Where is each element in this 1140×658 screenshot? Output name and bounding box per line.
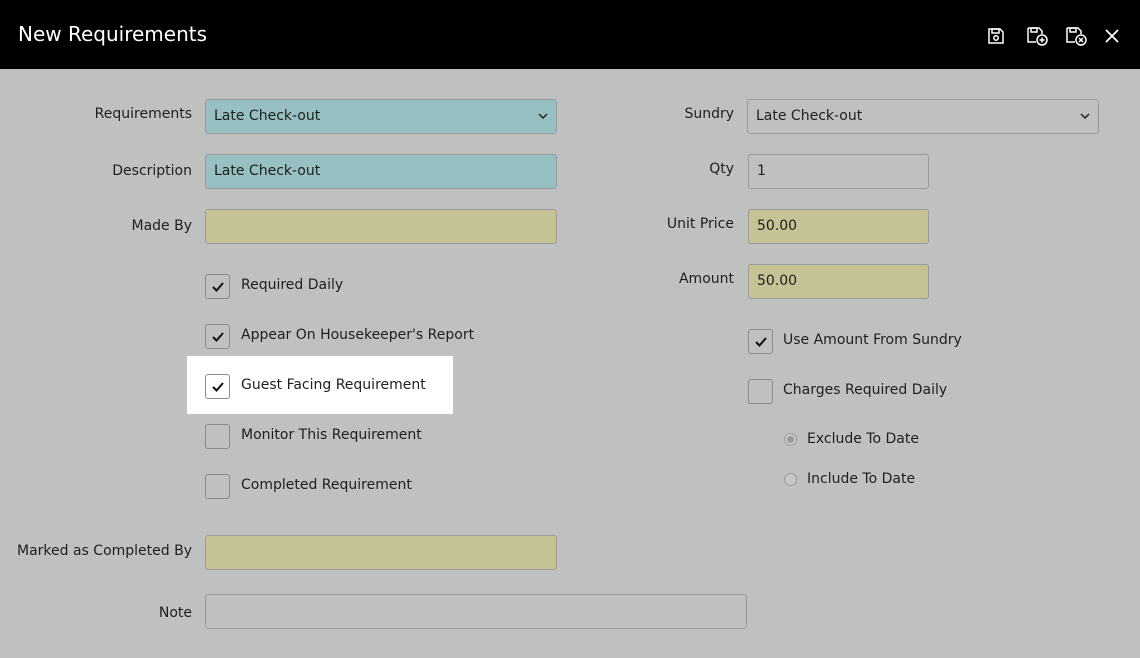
checkmark-icon (211, 381, 224, 392)
made-by-label: Made By (131, 218, 193, 234)
qty-label: Qty (709, 161, 734, 177)
save-and-new-icon[interactable] (1024, 24, 1050, 48)
chevron-down-icon (1080, 113, 1090, 120)
requirements-value: Late Check-out (214, 108, 321, 124)
qty-value: 1 (757, 163, 766, 179)
charges-required-daily-label: Charges Required Daily (783, 382, 948, 398)
appear-on-housekeepers-report-label: Appear On Housekeeper's Report (241, 327, 475, 343)
description-value: Late Check-out (214, 163, 321, 179)
qty-input[interactable]: 1 (748, 154, 929, 189)
include-to-date-label: Include To Date (807, 471, 916, 487)
completed-requirement-checkbox[interactable] (205, 474, 230, 499)
checkmark-icon (211, 281, 224, 292)
use-amount-from-sundry-checkbox[interactable] (748, 329, 773, 354)
required-daily-label: Required Daily (241, 277, 344, 293)
exclude-to-date-radio[interactable] (784, 433, 797, 446)
note-label: Note (158, 605, 192, 621)
include-to-date-radio[interactable] (784, 473, 797, 486)
amount-label: Amount (678, 271, 734, 287)
dialog-title: New Requirements (18, 22, 208, 46)
checkmark-icon (754, 336, 767, 347)
use-amount-from-sundry-label: Use Amount From Sundry (783, 332, 962, 348)
marked-as-completed-by-input[interactable] (205, 535, 557, 570)
dialog-header: New Requirements (0, 0, 1140, 69)
amount-value: 50.00 (757, 273, 798, 289)
monitor-this-requirement-label: Monitor This Requirement (241, 427, 422, 443)
checkmark-icon (211, 331, 224, 342)
marked-as-completed-by-label: Marked as Completed By (17, 543, 192, 559)
requirements-label: Requirements (94, 106, 192, 122)
sundry-select[interactable]: Late Check-out (747, 99, 1099, 134)
sundry-label: Sundry (684, 106, 734, 122)
description-input[interactable]: Late Check-out (205, 154, 557, 189)
save-icon[interactable] (984, 24, 1008, 48)
unit-price-label: Unit Price (666, 216, 734, 232)
close-icon[interactable] (1100, 24, 1124, 48)
guest-facing-requirement-checkbox[interactable] (205, 374, 230, 399)
radio-selected-dot (787, 436, 794, 443)
save-and-close-icon[interactable] (1063, 24, 1089, 48)
made-by-input[interactable] (205, 209, 557, 244)
guest-facing-requirement-label: Guest Facing Requirement (241, 377, 426, 393)
required-daily-checkbox[interactable] (205, 274, 230, 299)
note-input[interactable] (205, 594, 747, 629)
monitor-this-requirement-checkbox[interactable] (205, 424, 230, 449)
charges-required-daily-checkbox[interactable] (748, 379, 773, 404)
exclude-to-date-label: Exclude To Date (807, 431, 919, 447)
chevron-down-icon (538, 113, 548, 120)
appear-on-housekeepers-report-checkbox[interactable] (205, 324, 230, 349)
unit-price-input[interactable]: 50.00 (748, 209, 929, 244)
completed-requirement-label: Completed Requirement (241, 477, 412, 493)
amount-input[interactable]: 50.00 (748, 264, 929, 299)
unit-price-value: 50.00 (757, 218, 798, 234)
description-label: Description (112, 163, 192, 179)
requirements-select[interactable]: Late Check-out (205, 99, 557, 134)
sundry-value: Late Check-out (756, 108, 863, 124)
